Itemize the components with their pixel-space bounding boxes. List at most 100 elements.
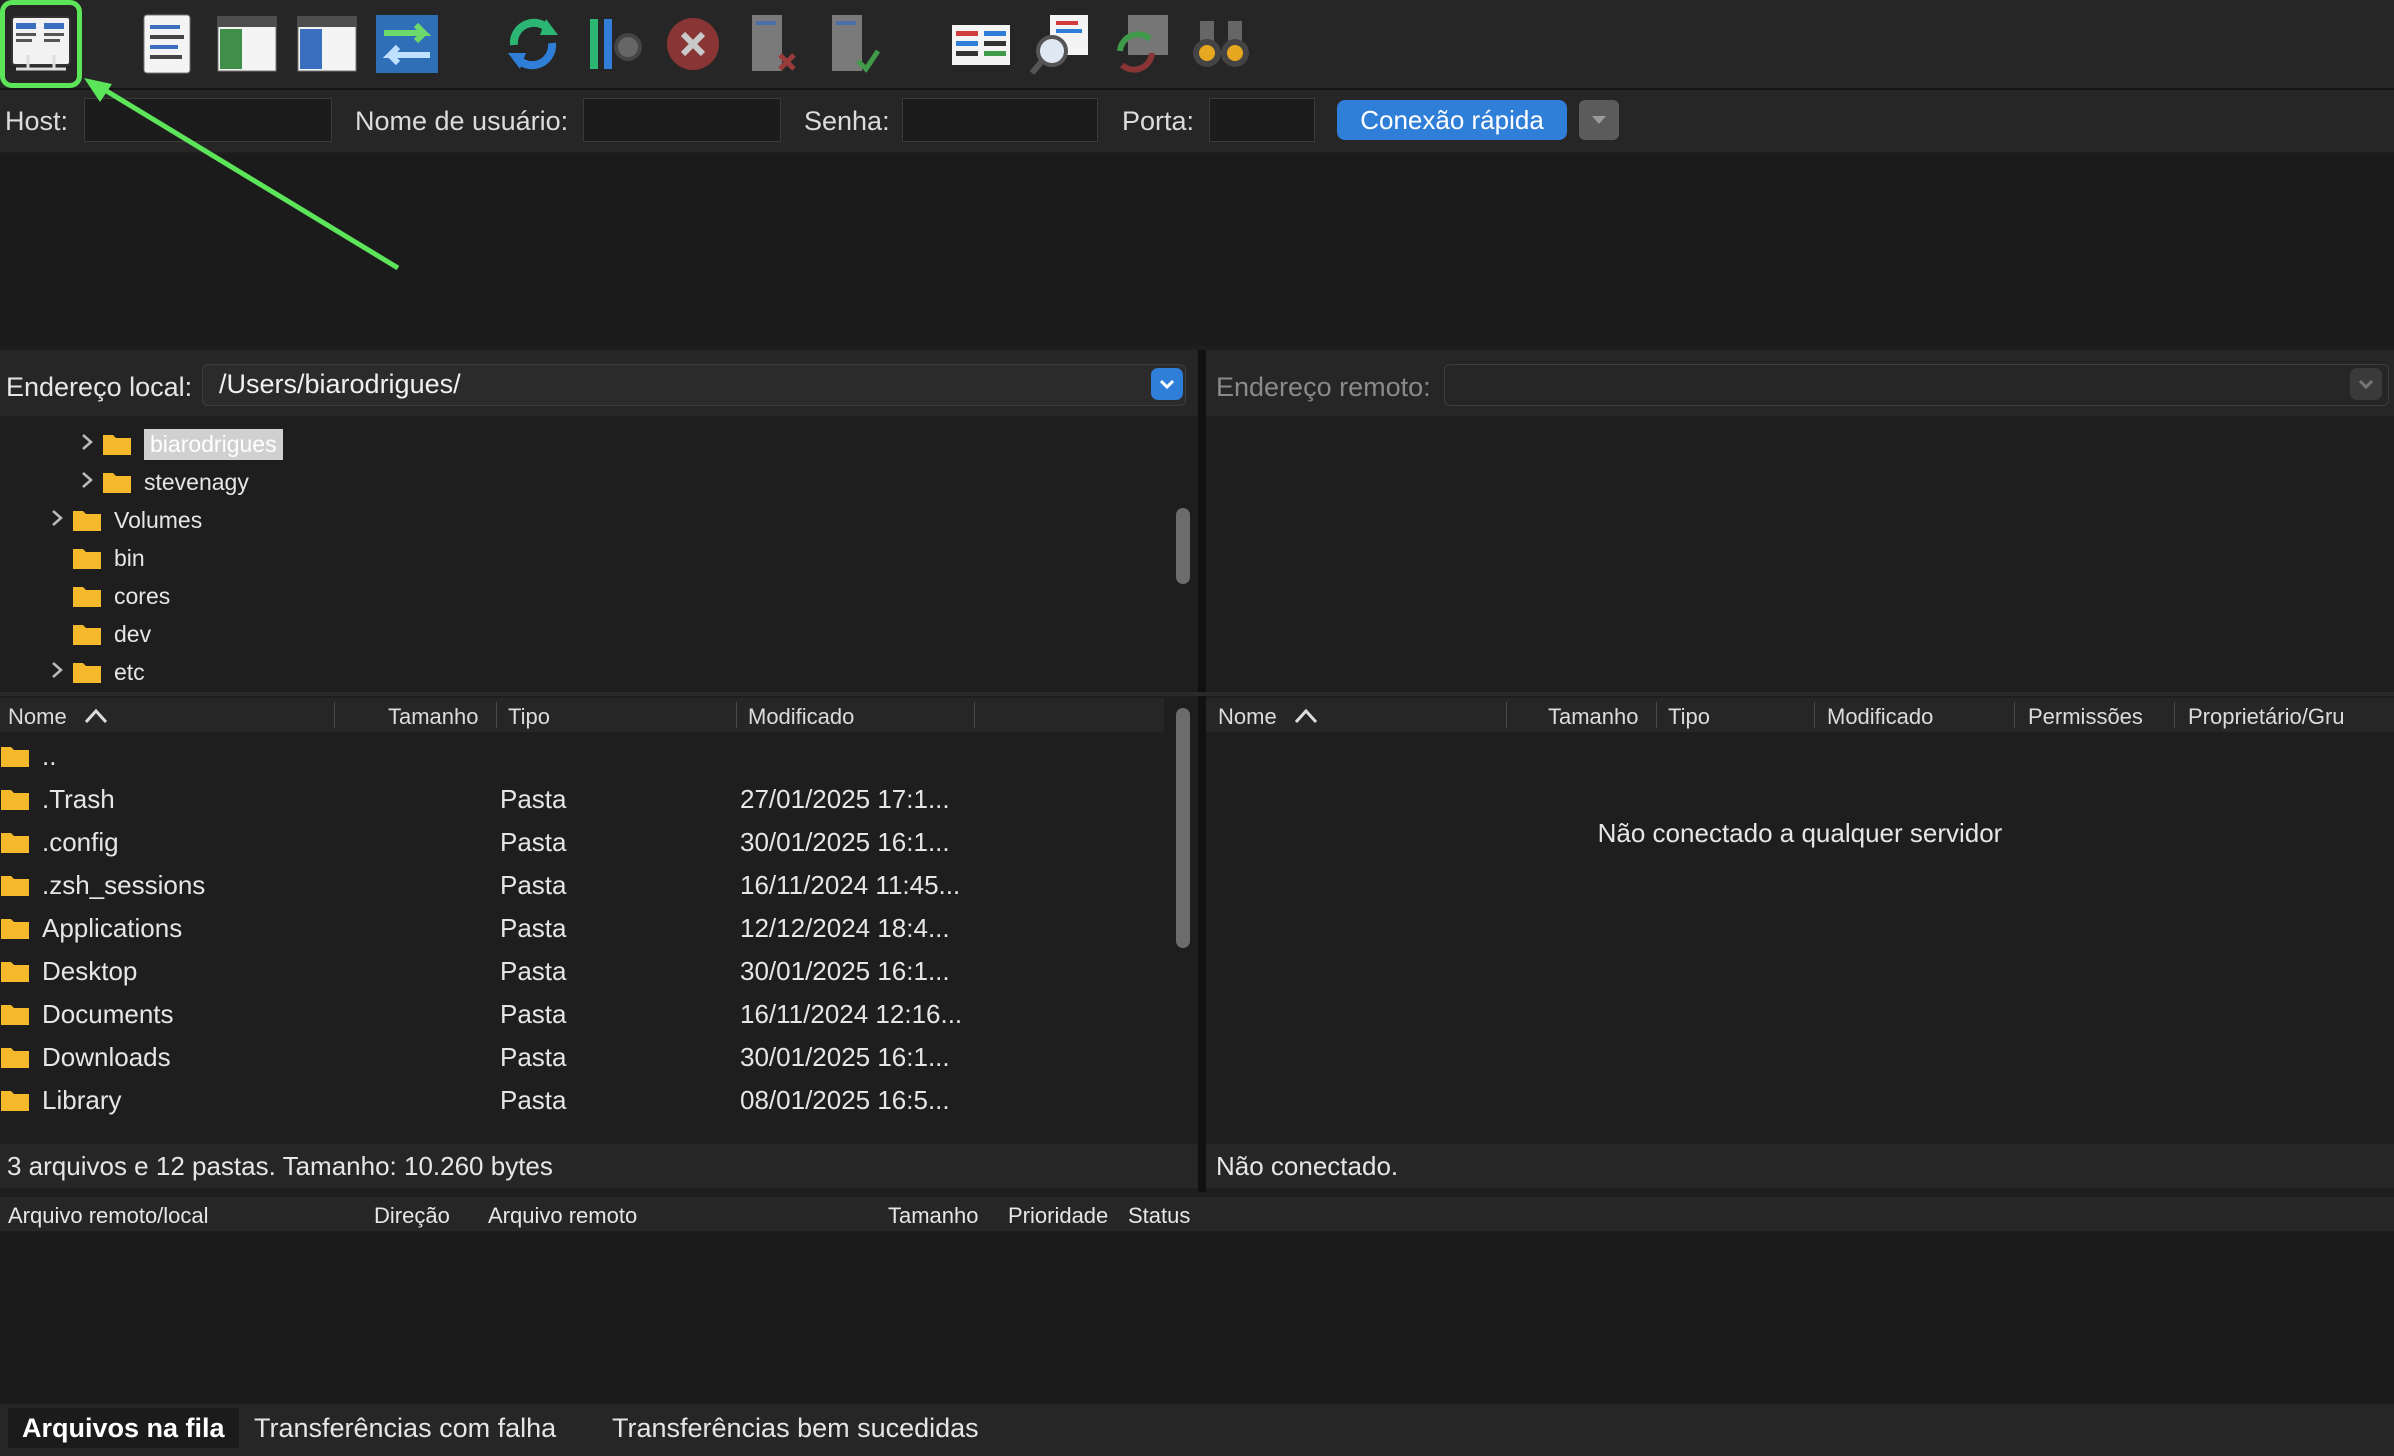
file-type: Pasta — [500, 1041, 567, 1072]
username-input[interactable] — [583, 98, 781, 142]
column-local-file[interactable]: Arquivo remoto/local — [8, 1203, 209, 1229]
file-type: Pasta — [500, 826, 567, 857]
tree-item[interactable]: cores — [42, 578, 170, 614]
folder-icon — [1, 1048, 29, 1068]
filter-button[interactable] — [578, 8, 648, 80]
transfer-queue — [0, 1232, 2394, 1404]
folder-icon — [73, 625, 101, 645]
file-modified: 16/11/2024 11:45... — [740, 869, 961, 900]
scrollbar-thumb[interactable] — [1176, 708, 1190, 948]
file-modified: 16/11/2024 12:16... — [740, 998, 963, 1029]
tree-item-label: cores — [114, 582, 171, 609]
file-type: Pasta — [500, 912, 567, 943]
tab-successful-transfers[interactable]: Transferências bem sucedidas — [598, 1408, 993, 1448]
folder-icon — [73, 511, 101, 531]
column-status[interactable]: Status — [1128, 1203, 1190, 1229]
column-name[interactable]: Nome — [1218, 704, 1277, 730]
reconnect-icon — [832, 15, 881, 73]
tree-item-label: dev — [114, 620, 152, 647]
remote-status: Não conectado. — [1206, 1144, 2394, 1188]
pane-divider[interactable] — [1198, 350, 1206, 1192]
queue-header: Arquivo remoto/local Direção Arquivo rem… — [0, 1197, 2394, 1231]
file-row[interactable]: Desktop Pasta 30/01/2025 16:1... — [0, 949, 1164, 993]
file-row[interactable]: .zsh_sessions Pasta 16/11/2024 11:45... — [0, 863, 1164, 907]
column-remote-file[interactable]: Arquivo remoto — [488, 1203, 637, 1229]
search-button[interactable] — [1026, 8, 1096, 80]
local-address-input[interactable]: /Users/biarodrigues/ — [202, 364, 1186, 406]
tab-queued-files[interactable]: Arquivos na fila — [8, 1408, 239, 1448]
port-input[interactable] — [1209, 98, 1315, 142]
file-row[interactable]: .. — [0, 734, 1164, 778]
tree-item[interactable]: stevenagy — [72, 464, 249, 500]
chevron-down-icon — [1592, 116, 1606, 124]
file-row[interactable]: .Trash Pasta 27/01/2025 17:1... — [0, 777, 1164, 821]
file-type: Pasta — [500, 998, 567, 1029]
scrollbar-thumb[interactable] — [1176, 508, 1190, 584]
reconnect-button[interactable] — [818, 8, 888, 80]
quickconnect-button[interactable]: Conexão rápida — [1337, 100, 1567, 140]
tree-item[interactable]: Volumes — [42, 502, 202, 538]
local-file-list: .. .Trash Pasta 27/01/2025 17:1... .config Pa… — [0, 734, 1164, 1144]
local-tree-scrollbar[interactable] — [1168, 418, 1198, 690]
disconnect-button[interactable] — [738, 8, 808, 80]
tree-item[interactable]: etc — [42, 654, 145, 690]
filter-icon — [590, 19, 642, 69]
password-input[interactable] — [902, 98, 1098, 142]
cancel-button[interactable] — [658, 8, 728, 80]
sync-browse-button[interactable] — [1106, 8, 1176, 80]
file-row[interactable]: Downloads Pasta 30/01/2025 16:1... — [0, 1035, 1164, 1079]
find-files-button[interactable] — [1186, 8, 1256, 80]
sync-browse-icon — [1117, 15, 1168, 73]
local-directory-tree: biarodrigues stevenagy Volumes bin cores dev e… — [0, 418, 1164, 690]
tab-failed-transfers[interactable]: Transferências com falha — [240, 1408, 570, 1448]
column-size[interactable]: Tamanho — [388, 704, 479, 730]
file-row[interactable]: Documents Pasta 16/11/2024 12:16... — [0, 992, 1164, 1036]
remote-address-input[interactable] — [1444, 364, 2389, 406]
column-size[interactable]: Tamanho — [1548, 704, 1639, 730]
folder-icon — [72, 584, 102, 608]
file-row[interactable]: Library Pasta 08/01/2025 16:5... — [0, 1078, 1164, 1122]
local-address-dropdown[interactable] — [1151, 368, 1183, 400]
file-row[interactable]: Applications Pasta 12/12/2024 18:4... — [0, 906, 1164, 950]
remote-address-dropdown[interactable] — [2350, 368, 2382, 400]
binoculars-icon — [1193, 21, 1249, 67]
tree-item[interactable]: bin — [42, 540, 145, 576]
file-row[interactable]: .config Pasta 30/01/2025 16:1... — [0, 820, 1164, 864]
folder-icon — [1, 747, 29, 767]
chevron-right-icon[interactable] — [42, 507, 72, 533]
folder-icon — [1, 1091, 29, 1111]
tree-item-label: biarodrigues — [144, 428, 283, 460]
tree-item[interactable]: dev — [42, 616, 151, 652]
quickconnect-dropdown-button[interactable] — [1579, 100, 1619, 140]
tree-item[interactable]: biarodrigues — [72, 426, 283, 462]
directory-compare-button[interactable] — [946, 8, 1016, 80]
folder-icon — [1, 833, 29, 853]
chevron-right-icon[interactable] — [72, 469, 102, 495]
refresh-button[interactable] — [498, 8, 568, 80]
file-name: .. — [42, 740, 57, 771]
file-name: Desktop — [42, 955, 138, 986]
column-owner[interactable]: Proprietário/Gru — [2188, 704, 2386, 730]
column-priority[interactable]: Prioridade — [1008, 1203, 1108, 1229]
folder-icon — [0, 1045, 30, 1076]
local-address-bar: Endereço local: /Users/biarodrigues/ — [0, 350, 1198, 416]
column-size[interactable]: Tamanho — [888, 1203, 979, 1229]
column-modified[interactable]: Modificado — [748, 704, 854, 730]
local-list-scrollbar[interactable] — [1168, 698, 1198, 1144]
column-name[interactable]: Nome — [8, 704, 67, 730]
chevron-right-icon[interactable] — [42, 659, 72, 685]
column-permissions[interactable]: Permissões — [2028, 704, 2143, 730]
folder-icon — [72, 546, 102, 570]
sort-ascending-icon — [1294, 708, 1318, 724]
file-modified: 30/01/2025 16:1... — [740, 826, 950, 857]
column-direction[interactable]: Direção — [374, 1203, 450, 1229]
folder-icon — [0, 959, 30, 990]
horizontal-divider[interactable] — [0, 692, 2394, 696]
column-modified[interactable]: Modificado — [1827, 704, 1933, 730]
chevron-right-icon[interactable] — [72, 431, 102, 457]
folder-icon — [103, 435, 131, 455]
folder-icon — [102, 432, 132, 456]
column-type[interactable]: Tipo — [508, 704, 550, 730]
column-type[interactable]: Tipo — [1668, 704, 1710, 730]
file-type: Pasta — [500, 869, 567, 900]
